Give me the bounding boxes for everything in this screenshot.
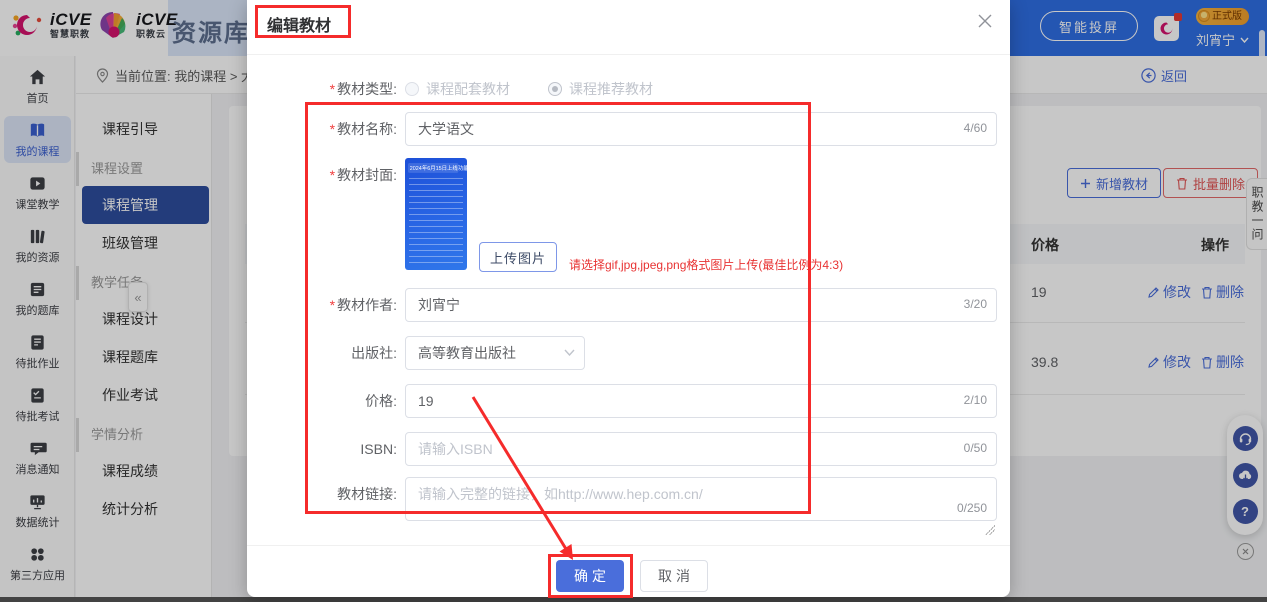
material-name-input[interactable]	[405, 112, 997, 146]
dialog-header-divider	[247, 54, 1010, 55]
link-label: 教材链接:	[337, 486, 397, 502]
radio-course-bundled[interactable]: 课程配套教材	[405, 72, 510, 106]
chevron-down-icon	[564, 349, 575, 356]
cover-poster-title: 2024年6月15日上线功能	[408, 163, 458, 173]
author-input[interactable]	[405, 288, 997, 322]
isbn-input[interactable]	[405, 432, 997, 466]
price-label: 价格:	[365, 393, 397, 409]
radio-unselected-icon	[405, 82, 419, 96]
field-row-cover: *教材封面: 2024年6月15日上线功能 上传图片 请选择gif,jpg,jp…	[247, 158, 1010, 278]
field-row-author: *教材作者: 3/20	[247, 288, 1010, 322]
publisher-select[interactable]: 高等教育出版社	[405, 336, 585, 370]
type-label: 教材类型:	[337, 81, 397, 97]
confirm-button[interactable]: 确定	[556, 560, 624, 592]
isbn-char-counter: 0/50	[964, 441, 987, 455]
edit-material-dialog: 编辑教材 *教材类型: 课程配套教材 课程推荐教材 *教材名称: 4/60 *教…	[247, 0, 1010, 597]
price-char-counter: 2/10	[964, 393, 987, 407]
cover-label: 教材封面:	[337, 167, 397, 183]
field-row-type: *教材类型: 课程配套教材 课程推荐教材	[247, 72, 1010, 106]
cover-poster-texture	[409, 178, 463, 266]
dialog-footer-divider	[247, 545, 1010, 546]
author-char-counter: 3/20	[964, 297, 987, 311]
name-char-counter: 4/60	[964, 121, 987, 135]
radio-course-recommended[interactable]: 课程推荐教材	[548, 72, 653, 106]
dialog-close-button[interactable]	[977, 13, 995, 31]
material-link-textarea[interactable]	[405, 477, 997, 521]
author-label: 教材作者:	[337, 297, 397, 313]
cover-thumbnail: 2024年6月15日上线功能	[405, 158, 467, 270]
radio-selected-icon	[548, 82, 562, 96]
field-row-name: *教材名称: 4/60	[247, 112, 1010, 146]
field-row-price: 价格: 2/10	[247, 384, 1010, 418]
field-row-publisher: 出版社: 高等教育出版社	[247, 336, 1010, 370]
dialog-title: 编辑教材	[267, 12, 331, 36]
cancel-button[interactable]: 取消	[640, 560, 708, 592]
close-icon	[977, 13, 993, 29]
required-mark: *	[330, 81, 335, 97]
field-row-isbn: ISBN: 0/50	[247, 432, 1010, 466]
field-row-link: 教材链接: 0/250	[247, 477, 1010, 525]
name-label: 教材名称:	[337, 121, 397, 137]
resize-handle[interactable]	[985, 525, 995, 535]
price-input[interactable]	[405, 384, 997, 418]
cover-format-hint: 请选择gif,jpg,jpeg,png格式图片上传(最佳比例为4:3)	[569, 256, 843, 273]
link-char-counter: 0/250	[957, 501, 987, 515]
publisher-label: 出版社:	[351, 345, 397, 361]
isbn-label: ISBN:	[360, 441, 397, 457]
upload-image-button[interactable]: 上传图片	[479, 242, 557, 272]
